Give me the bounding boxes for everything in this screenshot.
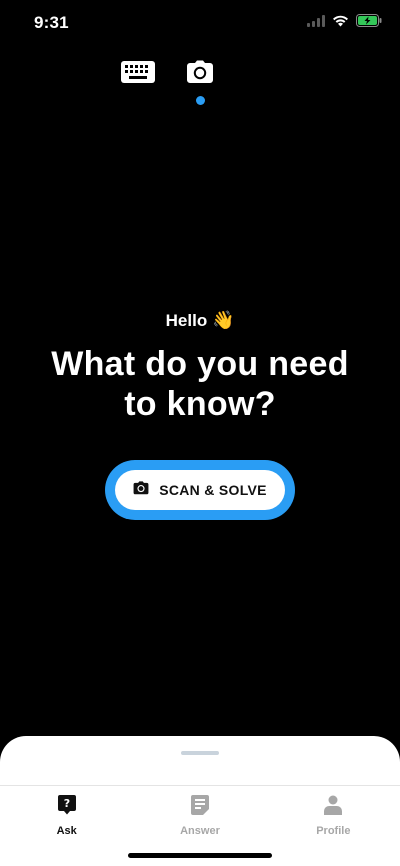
headline-line-1: What do you need bbox=[51, 345, 349, 383]
app-screen: 9:31 Hello 👋 What do you need to know? S… bbox=[0, 0, 400, 866]
keyboard-mode-button[interactable] bbox=[120, 59, 156, 89]
tab-bar: ? Ask Answer Profile bbox=[0, 785, 400, 846]
home-indicator bbox=[128, 853, 272, 858]
headline-line-2: to know? bbox=[124, 385, 276, 423]
status-indicators bbox=[307, 14, 382, 32]
battery-charging-icon bbox=[356, 14, 382, 32]
svg-text:?: ? bbox=[63, 797, 69, 810]
tab-ask-label: Ask bbox=[56, 825, 77, 837]
tab-profile[interactable]: Profile bbox=[267, 786, 400, 846]
camera-icon bbox=[186, 60, 214, 89]
tab-profile-label: Profile bbox=[316, 825, 351, 837]
question-bubble-icon: ? bbox=[57, 795, 76, 820]
wifi-icon bbox=[332, 14, 349, 32]
keyboard-icon bbox=[121, 60, 155, 88]
camera-mode-button[interactable] bbox=[182, 59, 218, 89]
tab-answer-label: Answer bbox=[180, 825, 220, 837]
waving-hand-emoji: 👋 bbox=[211, 310, 235, 330]
camera-icon bbox=[133, 480, 149, 500]
document-icon bbox=[190, 795, 209, 820]
status-time: 9:31 bbox=[34, 13, 69, 32]
headline: What do you need to know? bbox=[0, 344, 400, 424]
scan-and-solve-button[interactable]: SCAN & SOLVE bbox=[105, 460, 295, 520]
greeting-text: Hello bbox=[165, 311, 208, 330]
greeting: Hello 👋 bbox=[0, 306, 400, 334]
scan-and-solve-label: SCAN & SOLVE bbox=[159, 482, 267, 498]
cellular-signal-icon bbox=[307, 14, 325, 32]
scan-and-solve-button-inner: SCAN & SOLVE bbox=[115, 470, 285, 510]
tab-ask[interactable]: ? Ask bbox=[0, 786, 133, 846]
status-bar: 9:31 bbox=[0, 0, 400, 48]
bottom-sheet: ? Ask Answer Profile bbox=[0, 736, 400, 866]
input-mode-switch bbox=[0, 56, 400, 108]
tab-answer[interactable]: Answer bbox=[133, 786, 266, 846]
hero-section: Hello 👋 What do you need to know? bbox=[0, 306, 400, 424]
person-icon bbox=[324, 795, 343, 820]
active-mode-indicator bbox=[196, 96, 205, 105]
sheet-drag-handle[interactable] bbox=[181, 751, 219, 755]
